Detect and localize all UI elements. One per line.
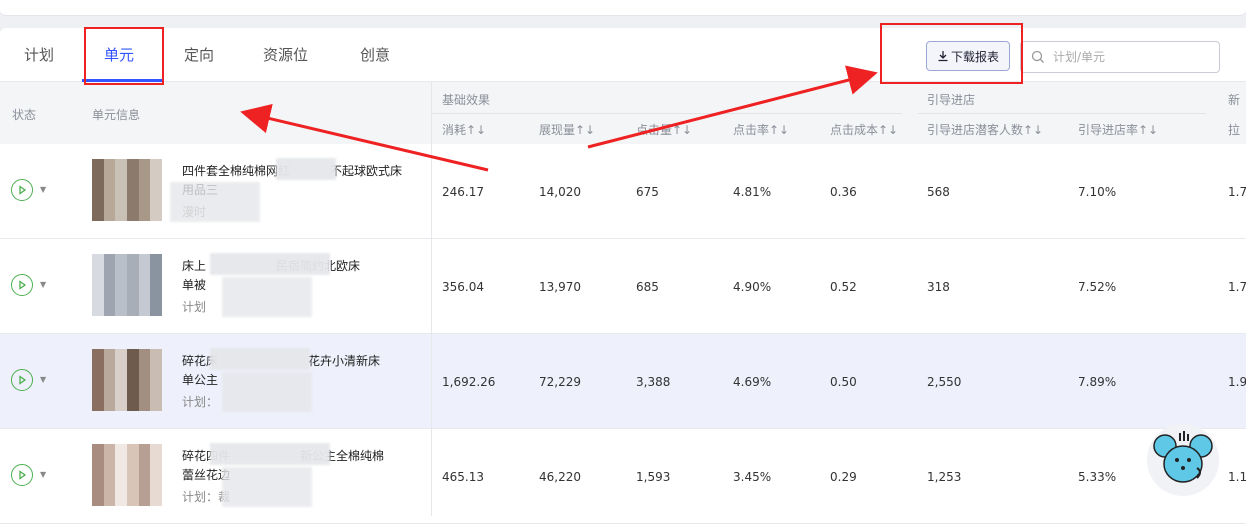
mouse-mascot-icon xyxy=(1153,431,1213,483)
arrow-to-download xyxy=(587,65,878,149)
arrow-to-unit-info xyxy=(240,103,489,172)
annotation-arrows xyxy=(240,65,878,172)
assistant-avatar[interactable] xyxy=(1147,424,1219,496)
